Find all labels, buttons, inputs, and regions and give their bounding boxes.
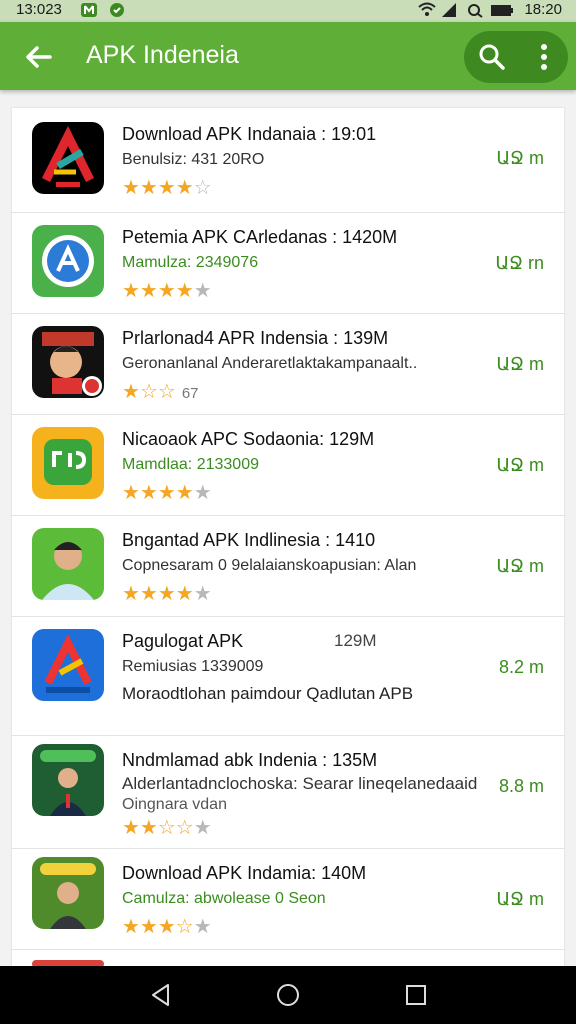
app-bar: APK Indeneia <box>0 22 576 90</box>
download-size[interactable]: ԱՋ m <box>496 556 544 577</box>
app-icon-a-logo <box>32 122 104 194</box>
status-bar: 13:023 18:20 <box>0 0 576 22</box>
download-size[interactable]: 8.8 m <box>499 776 544 797</box>
app-notification-icon <box>81 3 97 17</box>
nav-back-icon[interactable] <box>148 982 174 1008</box>
system-nav-bar <box>0 966 576 1024</box>
battery-icon <box>491 5 513 16</box>
app-icon-green-badge <box>32 427 104 499</box>
more-options-icon[interactable] <box>534 43 554 71</box>
signal-icon <box>442 3 456 17</box>
app-list: Download APK Indanaia : 19:01 Benulsiz: … <box>12 108 564 966</box>
download-size[interactable]: ԱՋ rn <box>495 253 544 274</box>
app-title: Download APK Indanaia : 19:01 <box>122 124 377 144</box>
app-description: Moraodtlohan paimdour Qadlutan APB <box>122 684 414 703</box>
list-item[interactable]: Bngantad APK Indlinesia : 1410 Copnesara… <box>12 516 564 617</box>
nav-recents-icon[interactable] <box>403 982 429 1008</box>
list-item[interactable]: Download APK Indamia: 140M Camulza: abwo… <box>12 849 564 950</box>
list-item[interactable]: Petemia APK CArledanas : 1420M Mamulza: … <box>12 213 564 314</box>
app-subtitle: Mamdlaa: 2133009 <box>122 456 259 473</box>
rating-stars: ★★★★★ <box>122 482 212 504</box>
rating-stars: ★☆☆ 67 <box>122 381 199 403</box>
app-subtitle: Camulza: abwolease 0 Seon <box>122 890 326 907</box>
list-item[interactable]: Prlarlonad4 APR Indensia : 139M Geronanl… <box>12 314 564 415</box>
list-item-partial[interactable] <box>12 950 564 966</box>
list-item[interactable]: Nicaoaok APC Sodaonia: 129M Mamdlaa: 213… <box>12 415 564 516</box>
app-title: Nicaoaok APC Sodaonia: 129M <box>122 429 375 449</box>
download-size[interactable]: ԱՋ m <box>496 455 544 476</box>
app-icon-store <box>32 225 104 297</box>
search-icon[interactable] <box>478 43 506 71</box>
app-subtitle: Copnesaram 0 9elalaianskoapusian: Alan <box>122 557 417 574</box>
rating-stars: ★★★☆★ <box>122 916 212 938</box>
app-description: Oingnara vdan <box>122 796 227 813</box>
app-subtitle: Benulsiz: 431 20RO <box>122 151 265 168</box>
app-subtitle: Alderlantadnclochoska: Searar lineqelane… <box>122 774 478 793</box>
rating-stars: ★★★★☆ <box>122 177 212 199</box>
wifi-icon <box>418 2 436 16</box>
app-title: Pagulogat APK <box>122 631 244 651</box>
page-title: APK Indeneia <box>86 41 239 69</box>
app-icon-cartoon <box>32 326 104 398</box>
nav-home-icon[interactable] <box>275 982 301 1008</box>
app-title: Petemia APK CArledanas : 1420M <box>122 227 398 247</box>
list-item[interactable]: Pagulogat APK 129M Remiusias 1339009 Mor… <box>12 617 564 736</box>
app-subtitle: Mamulza: 2349076 <box>122 254 259 271</box>
status-time-left: 13:023 <box>16 1 62 18</box>
app-icon-a-logo-blue <box>32 629 104 701</box>
data-saver-icon <box>468 4 483 18</box>
app-icon-man-outdoor <box>32 857 104 929</box>
app-title: Bngantad APK Indlinesia : 1410 <box>122 530 376 550</box>
app-icon-man-photo <box>32 528 104 600</box>
rating-stars: ★★★★★ <box>122 280 212 302</box>
download-size[interactable]: ԱՋ m <box>496 354 544 375</box>
rating-count: 67 <box>181 385 199 402</box>
app-title: Download APK Indamia: 140M <box>122 863 367 883</box>
app-title: Nndmlamad abk Indenia : 135M <box>122 750 378 770</box>
download-size[interactable]: 8.2 m <box>499 657 544 678</box>
back-arrow-icon[interactable] <box>22 40 56 74</box>
app-icon-man-suit <box>32 744 104 816</box>
app-title: Prlarlonad4 APR Indensia : 139M <box>122 328 389 348</box>
list-item[interactable]: Download APK Indanaia : 19:01 Benulsiz: … <box>12 108 564 213</box>
rating-stars: ★★★★★ <box>122 583 212 605</box>
app-subtitle: Geronanlanal Anderaretlaktakampanaalt.. <box>122 355 418 372</box>
app-size: 129M <box>334 631 377 650</box>
status-time-right: 18:20 <box>524 1 562 18</box>
download-size[interactable]: ԱՋ m <box>496 148 544 169</box>
whatsapp-notification-icon <box>110 3 124 17</box>
app-subtitle: Remiusias 1339009 <box>122 658 264 675</box>
download-size[interactable]: ԱՋ m <box>496 889 544 910</box>
action-pill <box>464 31 568 83</box>
rating-stars: ★★☆☆★ <box>122 817 212 839</box>
list-item[interactable]: Nndmlamad abk Indenia : 135M Alderlantad… <box>12 736 564 849</box>
